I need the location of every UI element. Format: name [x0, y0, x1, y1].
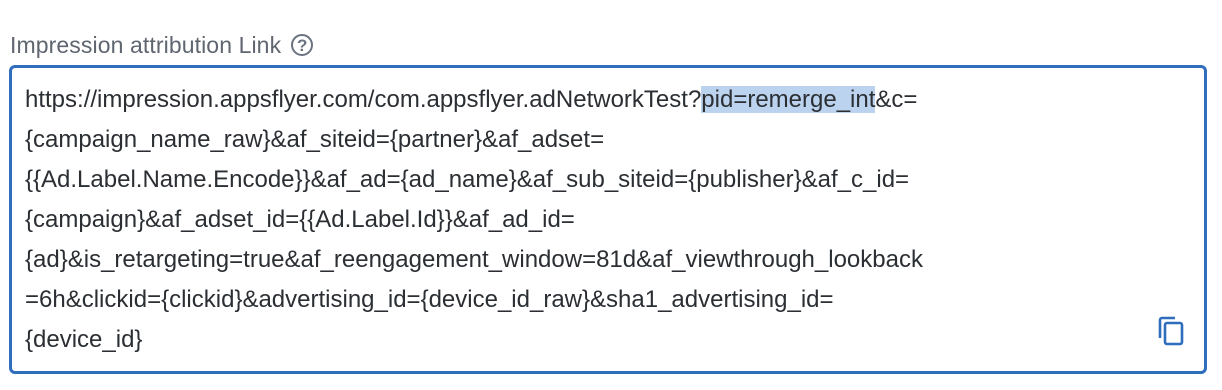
- selected-text: pid=remerge_int: [701, 86, 876, 113]
- link-line-1-after: &c=: [875, 86, 918, 113]
- question-circle-icon[interactable]: ?: [291, 34, 314, 56]
- link-line-7: {device_id}: [25, 326, 143, 353]
- link-line-1-before: https://impression.appsflyer.com/com.app…: [25, 86, 702, 113]
- impression-link-field: Impression attribution Link ? https://im…: [0, 0, 1222, 390]
- link-line-6: =6h&clickid={clickid}&advertising_id={de…: [25, 286, 834, 313]
- copy-icon[interactable]: [1156, 315, 1186, 347]
- link-line-2: {campaign_name_raw}&af_siteid={partner}&…: [25, 126, 605, 153]
- link-line-4: {campaign}&af_adset_id={{Ad.Label.Id}}&a…: [25, 206, 575, 233]
- field-label-row: Impression attribution Link ?: [10, 28, 314, 62]
- link-line-5: {ad}&is_retargeting=true&af_reengagement…: [25, 246, 923, 273]
- link-text[interactable]: https://impression.appsflyer.com/com.app…: [25, 80, 1145, 360]
- impression-link-textarea[interactable]: https://impression.appsflyer.com/com.app…: [9, 65, 1207, 374]
- field-label: Impression attribution Link: [10, 31, 282, 58]
- link-line-3: {{Ad.Label.Name.Encode}}&af_ad={ad_name}…: [25, 166, 910, 193]
